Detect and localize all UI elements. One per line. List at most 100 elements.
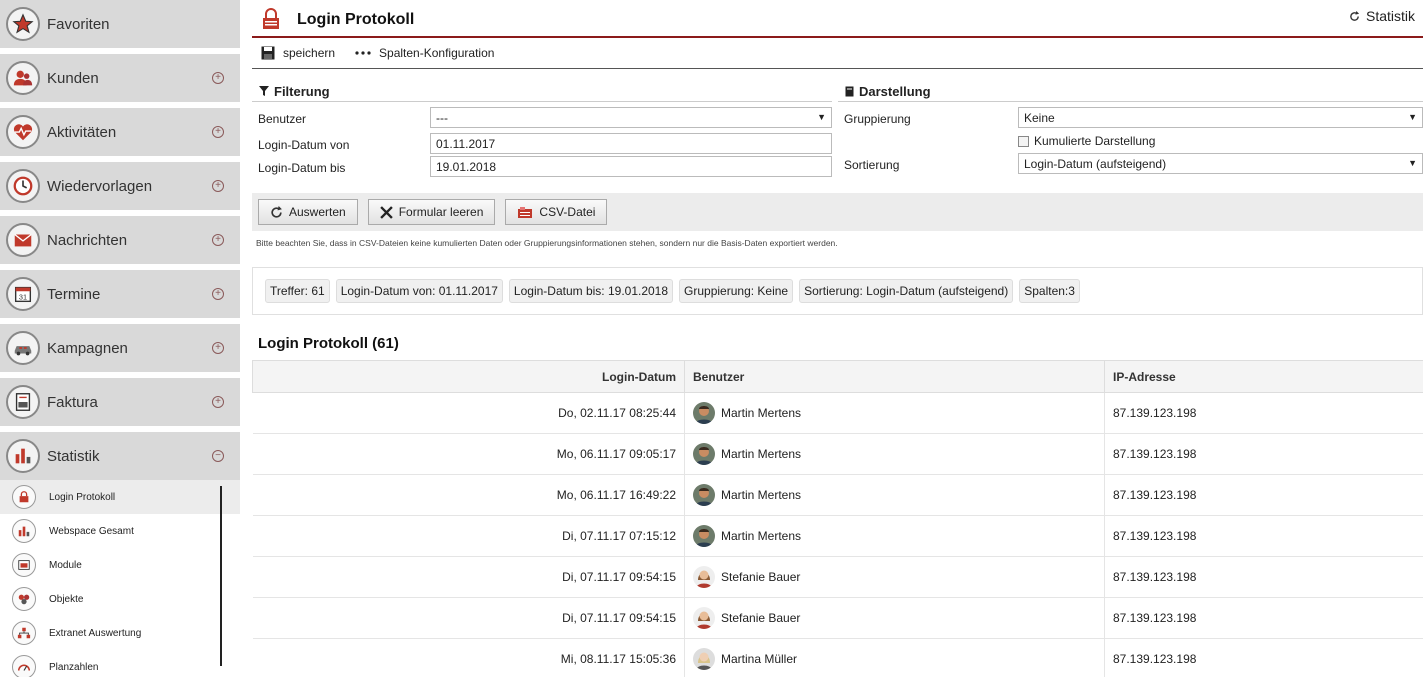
filter-title-text: Filterung: [274, 83, 330, 99]
objects-icon: [12, 587, 36, 611]
avatar: [693, 402, 715, 424]
sidebar-item-label: Faktura: [47, 393, 98, 411]
expand-icon[interactable]: +: [212, 234, 224, 246]
user-name[interactable]: Martin Mertens: [721, 529, 801, 543]
cell-ip: 87.139.123.198: [1104, 433, 1423, 475]
cell-benutzer: Martina Müller: [684, 638, 1105, 677]
dots-icon: [355, 51, 371, 55]
bar-chart-icon: [6, 439, 40, 473]
user-name[interactable]: Stefanie Bauer: [721, 570, 800, 584]
expand-icon[interactable]: +: [212, 180, 224, 192]
subnav-item-planzahlen[interactable]: Planzahlen: [0, 650, 240, 677]
summary-chip: Gruppierung: Keine: [679, 279, 794, 303]
expand-icon[interactable]: +: [212, 288, 224, 300]
sidebar-item-kampagnen[interactable]: Kampagnen +: [0, 324, 240, 372]
calendar-icon: 31: [6, 277, 40, 311]
expand-icon[interactable]: +: [212, 342, 224, 354]
user-name[interactable]: Martina Müller: [721, 652, 797, 666]
cell-login-datum: Di, 07.11.17 07:15:12: [252, 515, 685, 557]
subnav-item-webspace[interactable]: Webspace Gesamt: [0, 514, 240, 548]
checkbox-box[interactable]: [1018, 135, 1029, 147]
heartbeat-icon: [6, 115, 40, 149]
column-config-label: Spalten-Konfiguration: [379, 46, 495, 60]
subnav-item-login-protokoll[interactable]: Login Protokoll: [0, 480, 240, 514]
expand-icon[interactable]: +: [212, 396, 224, 408]
user-name[interactable]: Martin Mertens: [721, 406, 801, 420]
evaluate-button[interactable]: Auswerten: [258, 199, 358, 225]
filter-row-user: Benutzer --- ▼: [252, 107, 832, 131]
user-cell: Martin Mertens: [693, 525, 1096, 547]
grouping-select[interactable]: Keine ▼: [1018, 107, 1423, 128]
sidebar-item-label: Kampagnen: [47, 339, 128, 357]
sidebar-item-statistik[interactable]: Statistik −: [0, 432, 240, 480]
subnav-item-extranet[interactable]: Extranet Auswertung: [0, 616, 240, 650]
table-row[interactable]: Di, 07.11.17 07:15:12 Martin Mertens 87.13…: [252, 515, 1423, 557]
page-title: Login Protokoll: [297, 11, 415, 28]
table-row[interactable]: Mi, 08.11.17 15:05:36 Martina Müller 87.13…: [252, 638, 1423, 677]
login-table: Login-Datum Benutzer IP-Adresse Do, 02.1…: [252, 360, 1423, 677]
subnav-label: Login Protokoll: [49, 491, 116, 503]
save-label: speichern: [283, 46, 336, 60]
sidebar: Favoriten Kunden + Aktivitäten + Wiederv…: [0, 0, 240, 677]
table-row[interactable]: Di, 07.11.17 09:54:15 Stefanie Bauer 87.13…: [252, 597, 1423, 639]
cell-benutzer: Martin Mertens: [684, 515, 1105, 557]
gauge-icon: [12, 655, 36, 677]
column-header-ip[interactable]: IP-Adresse: [1104, 360, 1423, 393]
subnav-item-objekte[interactable]: Objekte: [0, 582, 240, 616]
cell-login-datum: Mo, 06.11.17 09:05:17: [252, 433, 685, 475]
column-config-button[interactable]: Spalten-Konfiguration: [355, 46, 494, 60]
column-header-benutzer[interactable]: Benutzer: [684, 360, 1105, 393]
to-date-input[interactable]: 19.01.2018: [430, 156, 832, 177]
cumulative-checkbox[interactable]: Kumulierte Darstellung: [1018, 134, 1155, 148]
table-header-row: Login-Datum Benutzer IP-Adresse: [252, 360, 1423, 393]
sidebar-item-aktivitaeten[interactable]: Aktivitäten +: [0, 108, 240, 156]
table-row[interactable]: Do, 02.11.17 08:25:44 Martin Mertens 87.13…: [252, 392, 1423, 434]
avatar: [693, 525, 715, 547]
display-row-sort: Sortierung Login-Datum (aufsteigend) ▼: [838, 153, 1423, 177]
summary-chip: Login-Datum bis: 19.01.2018: [508, 279, 674, 303]
subnav-label: Module: [49, 559, 82, 571]
display-section: Darstellung Gruppierung Keine ▼ Kumulier…: [838, 81, 1423, 177]
from-date-input[interactable]: 01.11.2017: [430, 133, 832, 154]
subnav-label: Webspace Gesamt: [49, 525, 134, 537]
user-name[interactable]: Martin Mertens: [721, 447, 801, 461]
subnav-label: Objekte: [49, 593, 84, 605]
save-button[interactable]: speichern: [261, 46, 335, 60]
sidebar-item-faktura[interactable]: Faktura +: [0, 378, 240, 426]
csv-button[interactable]: CSV-Datei: [505, 199, 608, 225]
table-row[interactable]: Di, 07.11.17 09:54:15 Stefanie Bauer 87.13…: [252, 556, 1423, 598]
page-header: Login Protokoll Statistik: [252, 0, 1423, 38]
user-select[interactable]: --- ▼: [430, 107, 832, 128]
sidebar-item-termine[interactable]: 31 Termine +: [0, 270, 240, 318]
column-header-login-datum[interactable]: Login-Datum: [252, 360, 685, 393]
table-title: Login Protokoll (61): [258, 335, 399, 352]
sidebar-item-nachrichten[interactable]: Nachrichten +: [0, 216, 240, 264]
sidebar-item-wiedervorlagen[interactable]: Wiedervorlagen +: [0, 162, 240, 210]
table-row[interactable]: Mo, 06.11.17 16:49:22 Martin Mertens 87.13…: [252, 474, 1423, 516]
sort-select[interactable]: Login-Datum (aufsteigend) ▼: [1018, 153, 1423, 174]
user-cell: Martin Mertens: [693, 484, 1096, 506]
cell-ip: 87.139.123.198: [1104, 474, 1423, 516]
funnel-icon: [259, 86, 269, 96]
filter-area: Filterung Benutzer --- ▼ Login-Datum von…: [252, 69, 1423, 189]
sort-select-value: Login-Datum (aufsteigend): [1024, 157, 1167, 171]
dropdown-arrow-icon: ▼: [817, 112, 826, 122]
cell-benutzer: Martin Mertens: [684, 392, 1105, 434]
subnav-item-module[interactable]: Module: [0, 548, 240, 582]
collapse-icon[interactable]: −: [212, 450, 224, 462]
expand-icon[interactable]: +: [212, 126, 224, 138]
expand-icon[interactable]: +: [212, 72, 224, 84]
users-icon: [6, 61, 40, 95]
clear-form-button[interactable]: Formular leeren: [367, 199, 496, 225]
modules-icon: [12, 553, 36, 577]
table-row[interactable]: Mo, 06.11.17 09:05:17 Martin Mertens 87.13…: [252, 433, 1423, 475]
statistik-link[interactable]: Statistik: [1349, 8, 1415, 24]
user-name[interactable]: Martin Mertens: [721, 488, 801, 502]
sidebar-item-label: Statistik: [47, 447, 100, 465]
user-name[interactable]: Stefanie Bauer: [721, 611, 800, 625]
cell-login-datum: Do, 02.11.17 08:25:44: [252, 392, 685, 434]
cell-benutzer: Martin Mertens: [684, 474, 1105, 516]
sidebar-item-kunden[interactable]: Kunden +: [0, 54, 240, 102]
subnav-scrollbar[interactable]: [220, 486, 222, 666]
sidebar-item-favoriten[interactable]: Favoriten: [0, 0, 240, 48]
